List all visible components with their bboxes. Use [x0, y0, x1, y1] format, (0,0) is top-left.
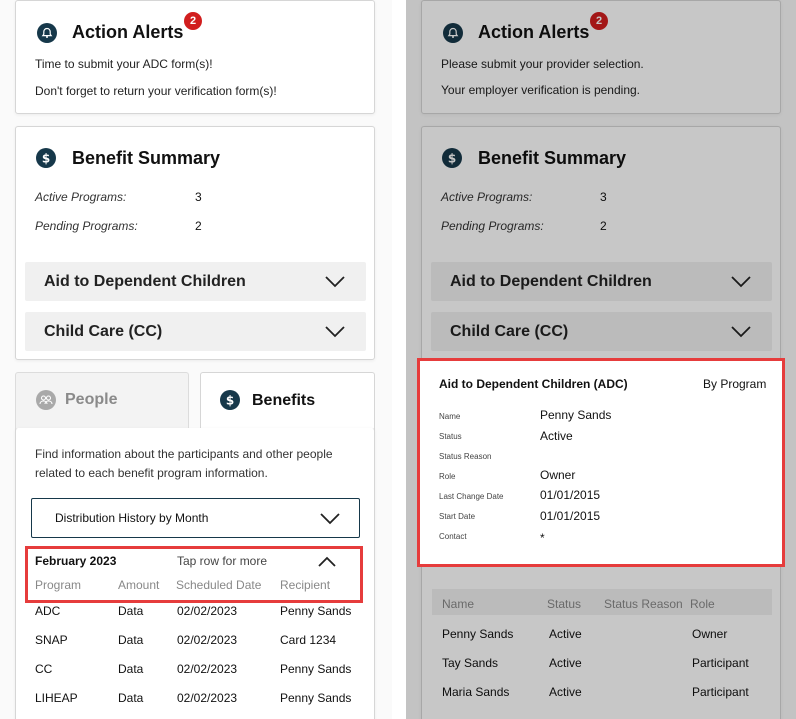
distribution-select[interactable]: Distribution History by Month: [31, 498, 360, 538]
chevron-down-icon: [320, 513, 340, 525]
cell-date: 02/02/2023: [177, 633, 238, 647]
detail-title: Aid to Dependent Children (ADC): [439, 377, 628, 391]
alert-item[interactable]: Don't forget to return your verification…: [35, 84, 277, 98]
cell-recipient: Penny Sands: [280, 662, 352, 676]
col-amount: Amount: [118, 578, 160, 592]
accordion-label: Aid to Dependent Children: [44, 273, 246, 290]
tab-people[interactable]: People: [15, 372, 189, 432]
cell-program: CC: [35, 662, 53, 676]
cell-amount: Data: [118, 691, 144, 705]
detail-label-last-change: Last Change Date: [439, 492, 504, 501]
svg-text:$: $: [42, 152, 50, 166]
dollar-icon: $: [36, 148, 56, 168]
tab-benefits[interactable]: $ Benefits: [200, 372, 375, 432]
chevron-down-icon: [325, 326, 345, 338]
by-program-link[interactable]: By Program: [703, 377, 766, 391]
dollar-icon: $: [220, 390, 240, 410]
summary-title: Benefit Summary: [72, 148, 221, 168]
cell-date: 02/02/2023: [177, 691, 238, 705]
alert-item[interactable]: Time to submit your ADC form(s)!: [35, 57, 213, 71]
detail-label-name: Name: [439, 412, 461, 421]
active-programs-label: Active Programs:: [35, 190, 127, 204]
cell-amount: Data: [118, 604, 144, 618]
action-alerts-card: Action Alerts 2 Time to submit your ADC …: [15, 0, 375, 114]
alerts-count-badge: 2: [184, 12, 202, 30]
cell-amount: Data: [118, 662, 144, 676]
pending-programs-label: Pending Programs:: [35, 219, 138, 233]
detail-value-contact: *: [540, 531, 545, 545]
alerts-title: Action Alerts: [72, 22, 184, 42]
active-programs-value: 3: [195, 190, 202, 204]
detail-value-name: Penny Sands: [540, 408, 612, 422]
left-screen: Action Alerts 2 Time to submit your ADC …: [0, 0, 392, 719]
cell-recipient: Penny Sands: [280, 604, 352, 618]
detail-value-role: Owner: [540, 468, 576, 482]
tab-benefits-label: Benefits: [252, 392, 316, 409]
accordion-label: Child Care (CC): [44, 323, 163, 340]
detail-label-start-date: Start Date: [439, 512, 476, 521]
cell-date: 02/02/2023: [177, 604, 238, 618]
pending-programs-value: 2: [195, 219, 202, 233]
bell-icon: [37, 23, 57, 43]
cell-recipient: Card 1234: [280, 633, 337, 647]
accordion-cc[interactable]: Child Care (CC): [25, 312, 366, 351]
detail-label-status: Status: [439, 432, 462, 441]
distribution-select-value: Distribution History by Month: [55, 511, 209, 525]
svg-text:$: $: [226, 394, 234, 408]
cell-recipient: Penny Sands: [280, 691, 352, 705]
tap-hint: Tap row for more: [177, 554, 268, 568]
people-icon: [36, 390, 56, 410]
month-label: February 2023: [35, 554, 117, 568]
detail-value-last-change: 01/01/2015: [540, 488, 601, 502]
accordion-adc[interactable]: Aid to Dependent Children: [25, 262, 366, 301]
benefit-summary-card: $ Benefit Summary Active Programs: 3 Pen…: [15, 126, 375, 360]
tab-people-label: People: [65, 391, 118, 408]
cell-date: 02/02/2023: [177, 662, 238, 676]
chevron-up-icon[interactable]: [318, 556, 336, 567]
cell-program: ADC: [35, 604, 61, 618]
cell-program: LIHEAP: [35, 691, 78, 705]
program-detail-popup: Aid to Dependent Children (ADC) By Progr…: [417, 358, 785, 567]
detail-label-role: Role: [439, 472, 456, 481]
detail-value-start-date: 01/01/2015: [540, 509, 601, 523]
detail-label-contact: Contact: [439, 532, 467, 541]
col-scheduled-date: Scheduled Date: [176, 578, 262, 592]
benefits-intro: Find information about the participants …: [35, 447, 333, 480]
col-program: Program: [35, 578, 82, 592]
detail-value-status: Active: [540, 429, 573, 443]
detail-label-status-reason: Status Reason: [439, 452, 492, 461]
chevron-down-icon: [325, 276, 345, 288]
col-recipient: Recipient: [280, 578, 331, 592]
cell-program: SNAP: [35, 633, 68, 647]
cell-amount: Data: [118, 633, 144, 647]
